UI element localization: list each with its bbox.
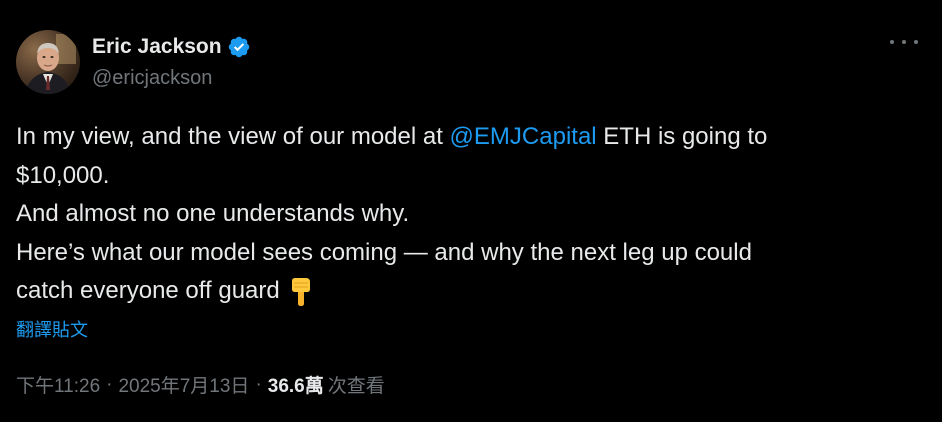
name-row: Eric Jackson bbox=[92, 34, 251, 60]
views-label: 次查看 bbox=[327, 376, 385, 397]
tweet-header: Eric Jackson @ericjackson bbox=[16, 30, 251, 94]
point-down-emoji-icon bbox=[286, 277, 312, 307]
tweet-line-1: In my view, and the view of our model at… bbox=[16, 118, 916, 157]
tweet-line-2: $10,000. bbox=[16, 161, 110, 189]
tweet-line-3: And almost no one understands why. bbox=[16, 200, 410, 227]
text-segment: ETH is going to bbox=[596, 123, 768, 150]
tweet-text: In my view, and the view of our model at… bbox=[16, 118, 916, 311]
tweet-line-5: catch everyone off guard bbox=[16, 272, 916, 311]
avatar[interactable] bbox=[16, 30, 80, 94]
verified-badge-icon[interactable] bbox=[227, 35, 251, 59]
mention-link[interactable]: @EMJCapital bbox=[450, 123, 597, 150]
separator: · bbox=[106, 373, 113, 395]
tweet-time[interactable]: 下午11:26 bbox=[16, 371, 100, 398]
handle[interactable]: @ericjackson bbox=[92, 67, 251, 90]
tweet-card: Eric Jackson @ericjackson In my view, an… bbox=[0, 0, 942, 422]
translate-post-link[interactable]: 翻譯貼文 bbox=[16, 316, 88, 342]
dot bbox=[890, 40, 894, 44]
separator: · bbox=[255, 373, 262, 395]
text-segment: In my view, and the view of our model at bbox=[16, 123, 450, 150]
tweet-date[interactable]: 2025年7月13日 bbox=[118, 371, 249, 398]
more-options-icon[interactable] bbox=[890, 34, 918, 50]
display-name[interactable]: Eric Jackson bbox=[92, 35, 222, 59]
views-count[interactable]: 36.6萬 bbox=[268, 371, 324, 398]
dot bbox=[902, 40, 906, 44]
author-names: Eric Jackson @ericjackson bbox=[92, 34, 251, 90]
dot bbox=[914, 40, 918, 44]
tweet-meta: 下午11:26 · 2025年7月13日 · 36.6萬 次查看 bbox=[16, 371, 385, 398]
text-segment: catch everyone off guard bbox=[16, 277, 280, 304]
tweet-line-4: Here’s what our model sees coming — and … bbox=[16, 238, 752, 266]
